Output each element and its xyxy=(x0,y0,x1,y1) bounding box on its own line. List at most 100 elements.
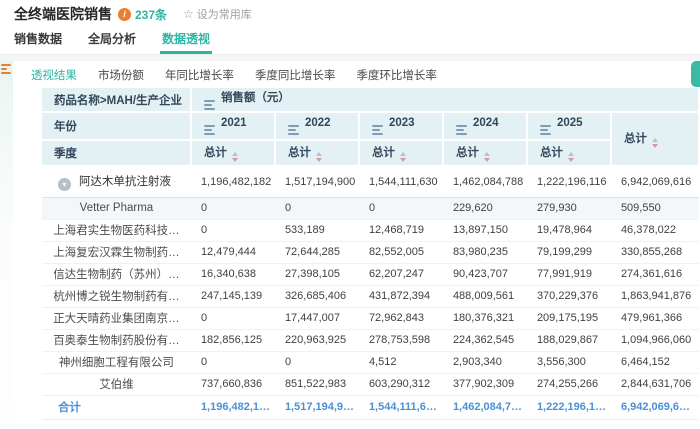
page-header: 全终端医院销售 i 237条 ☆ 设为常用库 xyxy=(0,0,700,28)
field-list-icon xyxy=(456,125,467,135)
sales-value-cell: 12,479,444 xyxy=(191,241,275,263)
subtotal-header[interactable]: 总计 xyxy=(443,140,527,166)
product-name-cell[interactable]: 百奥泰生物制药股份有… xyxy=(42,329,191,351)
header-row-year: 年份 2021 2022 2023 2024 2025 总计 xyxy=(42,112,699,140)
pivot-card: 透视结果 市场份额 年同比增长率 季度同比增长率 季度环比增长率 药品名称>MA… xyxy=(13,61,700,429)
sales-value-cell: 72,962,843 xyxy=(359,307,443,329)
page-title: 全终端医院销售 xyxy=(14,4,112,24)
set-favorite-button[interactable]: ☆ 设为常用库 xyxy=(183,6,252,22)
tab-global-analysis[interactable]: 全局分析 xyxy=(88,30,136,54)
sales-value-cell: 6,464,152 xyxy=(611,351,699,373)
year-label: 2024 xyxy=(473,117,499,129)
tab-pivot-result[interactable]: 透视结果 xyxy=(31,67,77,83)
sales-value-cell: 0 xyxy=(359,197,443,219)
subtotal-label: 总计 xyxy=(204,147,227,159)
product-name-cell[interactable]: 杭州博之锐生物制药有… xyxy=(42,285,191,307)
set-favorite-label: 设为常用库 xyxy=(197,6,252,22)
sales-value-cell: 737,660,836 xyxy=(191,373,275,395)
tab-sales-data[interactable]: 销售数据 xyxy=(14,30,62,54)
sales-value-cell: 27,398,105 xyxy=(275,263,359,285)
pivot-table: 药品名称>MAH/生产企业 销售额（元） 年份 2021 2022 2023 2… xyxy=(42,88,700,420)
sales-value-cell: 330,855,268 xyxy=(611,241,699,263)
sort-icon[interactable] xyxy=(400,152,406,162)
subtotal-header[interactable]: 总计 xyxy=(359,140,443,166)
year-header-2025[interactable]: 2025 xyxy=(527,112,611,140)
product-name-cell[interactable]: 信达生物制药（苏州）… xyxy=(42,263,191,285)
sort-icon[interactable] xyxy=(484,152,490,162)
sales-value-cell: 1,222,196,116 xyxy=(527,166,611,197)
sales-value-cell: 0 xyxy=(275,197,359,219)
sales-value-cell: 77,991,919 xyxy=(527,263,611,285)
tab-pivot[interactable]: 数据透视 xyxy=(162,30,210,54)
sales-value-cell: 6,942,069,616 xyxy=(611,166,699,197)
product-name-cell[interactable]: 艾伯维 xyxy=(42,373,191,395)
product-name: 神州细胞工程有限公司 xyxy=(59,357,174,369)
subtotal-header[interactable]: 总计 xyxy=(527,140,611,166)
product-name: 阿达木单抗注射液 xyxy=(79,176,171,188)
tab-market-share[interactable]: 市场份额 xyxy=(98,67,144,83)
sales-value-cell: 46,378,022 xyxy=(611,219,699,241)
sales-value-cell: 431,872,394 xyxy=(359,285,443,307)
grand-total-value-cell: 1,222,196,1… xyxy=(527,395,611,419)
sort-icon[interactable] xyxy=(316,152,322,162)
manufacturer-row: 百奥泰生物制药股份有… 182,856,125220,963,925278,753… xyxy=(42,329,699,351)
sales-value-cell: 182,856,125 xyxy=(191,329,275,351)
collapse-row-icon[interactable]: ▾ xyxy=(58,178,71,191)
tab-quarter-yoy-growth[interactable]: 季度同比增长率 xyxy=(255,67,336,83)
product-name-cell[interactable]: ▾ 阿达木单抗注射液 xyxy=(42,166,191,197)
grand-total-row: 合计1,196,482,1…1,517,194,9…1,544,111,6…1,… xyxy=(42,395,699,419)
row-dimension-header[interactable]: 药品名称>MAH/生产企业 xyxy=(42,88,191,112)
product-name: 百奥泰生物制药股份有… xyxy=(53,335,180,347)
sales-value-cell: 220,963,925 xyxy=(275,329,359,351)
subtotal-label: 总计 xyxy=(456,147,479,159)
grand-total-column-header[interactable]: 总计 xyxy=(611,112,699,166)
product-name-cell[interactable]: Vetter Pharma xyxy=(42,197,191,219)
subtotal-header[interactable]: 总计 xyxy=(191,140,275,166)
sort-icon[interactable] xyxy=(652,138,658,148)
sales-value-cell: 83,980,235 xyxy=(443,241,527,263)
sales-value-cell: 274,255,266 xyxy=(527,373,611,395)
measure-header-cell[interactable]: 销售额（元） xyxy=(191,88,699,112)
manufacturer-row: 信达生物制药（苏州）…16,340,63827,398,10562,207,24… xyxy=(42,263,699,285)
side-drawer-handle[interactable] xyxy=(691,61,700,87)
sales-value-cell: 1,094,966,060 xyxy=(611,329,699,351)
field-list-icon xyxy=(372,125,383,135)
sort-icon[interactable] xyxy=(232,152,238,162)
product-name-cell[interactable]: 上海君实生物医药科技… xyxy=(42,219,191,241)
content-area: 透视结果 市场份额 年同比增长率 季度同比增长率 季度环比增长率 药品名称>MA… xyxy=(0,61,700,429)
tab-yoy-growth[interactable]: 年同比增长率 xyxy=(165,67,234,83)
sales-value-cell: 62,207,247 xyxy=(359,263,443,285)
product-name-cell[interactable]: 上海复宏汉霖生物制药… xyxy=(42,241,191,263)
quarter-dimension-label[interactable]: 季度 xyxy=(42,140,191,166)
sales-value-cell: 278,753,598 xyxy=(359,329,443,351)
sort-icon[interactable] xyxy=(568,152,574,162)
sales-value-cell: 1,196,482,182 xyxy=(191,166,275,197)
grand-total-value-cell: 1,196,482,1… xyxy=(191,395,275,419)
sales-value-cell: 16,340,638 xyxy=(191,263,275,285)
info-icon[interactable]: i xyxy=(118,8,131,21)
sales-value-cell: 209,175,195 xyxy=(527,307,611,329)
manufacturer-row: 艾伯维737,660,836851,522,983603,290,312377,… xyxy=(42,373,699,395)
sales-value-cell: 488,009,561 xyxy=(443,285,527,307)
collapsed-side-panel[interactable] xyxy=(0,61,13,429)
sales-value-cell: 79,199,299 xyxy=(527,241,611,263)
product-name: 上海君实生物医药科技… xyxy=(53,225,180,237)
year-header-2023[interactable]: 2023 xyxy=(359,112,443,140)
subtotal-header[interactable]: 总计 xyxy=(275,140,359,166)
product-name-cell[interactable]: 神州细胞工程有限公司 xyxy=(42,351,191,373)
year-header-2022[interactable]: 2022 xyxy=(275,112,359,140)
panel-toggle-icon[interactable] xyxy=(1,64,11,74)
year-label: 2025 xyxy=(557,117,583,129)
product-name-cell[interactable]: 正大天晴药业集团南京… xyxy=(42,307,191,329)
tab-quarter-qoq-growth[interactable]: 季度环比增长率 xyxy=(356,67,437,83)
manufacturer-row: 上海复宏汉霖生物制药…12,479,44472,644,28582,552,00… xyxy=(42,241,699,263)
sales-value-cell: 326,685,406 xyxy=(275,285,359,307)
sales-value-cell: 19,478,964 xyxy=(527,219,611,241)
year-header-2021[interactable]: 2021 xyxy=(191,112,275,140)
record-count-badge: 237条 xyxy=(135,6,167,23)
sales-value-cell: 247,145,139 xyxy=(191,285,275,307)
grand-total-value-cell: 6,942,069,6… xyxy=(611,395,699,419)
sales-value-cell: 224,362,545 xyxy=(443,329,527,351)
year-dimension-label[interactable]: 年份 xyxy=(42,112,191,140)
year-header-2024[interactable]: 2024 xyxy=(443,112,527,140)
